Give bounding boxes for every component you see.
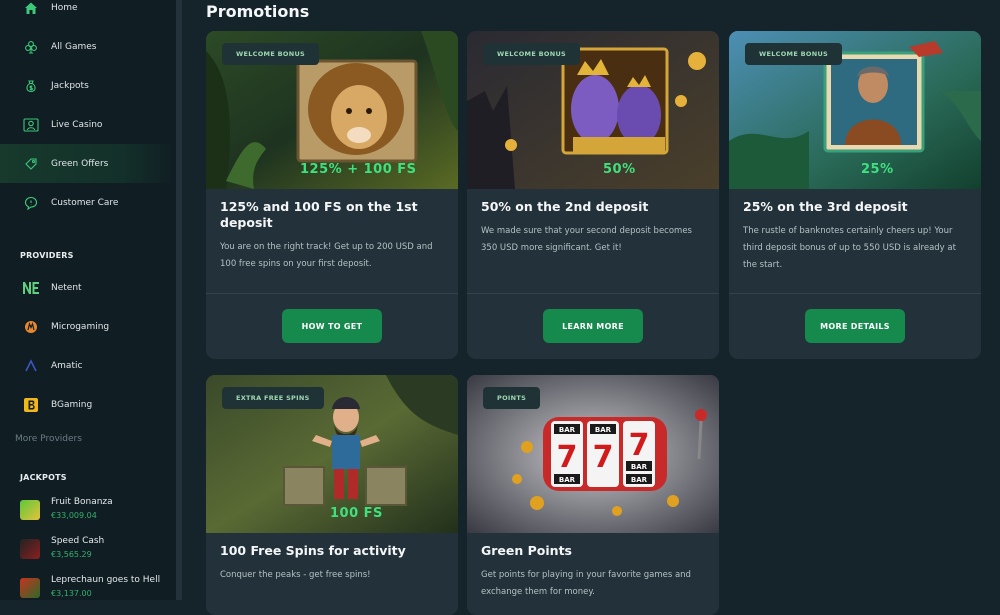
sidebar-item-label: Home <box>51 2 78 13</box>
jackpot-item[interactable]: Speed Cash €3,565.29 <box>20 535 104 561</box>
sidebar-item-label: Customer Care <box>51 197 119 208</box>
jackpot-amount: €3,565.29 <box>51 550 92 559</box>
reel-bar-label: BAR <box>595 426 612 434</box>
promo-image-slot-machine: 7 7 7 BAR BAR BAR BAR BAR POINTS <box>467 375 719 533</box>
jackpot-name: Leprechaun goes to Hell <box>51 575 161 585</box>
providers-heading: PROVIDERS <box>20 251 74 260</box>
reel-bar-label: BAR <box>631 463 648 471</box>
promo-image-lion: WELCOME BONUS 125% + 100 FS <box>206 31 458 189</box>
jackpot-amount: €3,137.00 <box>51 589 92 598</box>
promo-badge: WELCOME BONUS <box>483 43 580 65</box>
provider-microgaming[interactable]: Microgaming <box>0 307 176 346</box>
support-icon <box>22 194 40 212</box>
sidebar-item-all-games[interactable]: All Games <box>0 27 176 66</box>
promo-badge: WELCOME BONUS <box>222 43 319 65</box>
promo-title: 25% on the 3rd deposit <box>743 199 908 214</box>
netent-logo-icon <box>22 279 40 297</box>
card-divider <box>467 293 719 294</box>
jackpot-name: Fruit Bonanza <box>51 497 113 507</box>
reel-bar-label: BAR <box>631 476 648 484</box>
learn-more-button[interactable]: LEARN MORE <box>543 309 643 343</box>
speed-cash-thumbnail <box>20 539 40 559</box>
leprechaun-thumbnail <box>20 578 40 598</box>
promo-card[interactable]: WELCOME BONUS 50% 50% on the 2nd deposit… <box>467 31 719 359</box>
sidebar-item-live-casino[interactable]: Live Casino <box>0 105 176 144</box>
jackpot-name: Speed Cash <box>51 536 105 546</box>
promo-title: 50% on the 2nd deposit <box>481 199 649 214</box>
sidebar-item-label: Jackpots <box>51 80 89 91</box>
promo-image-offer: 25% <box>861 162 894 177</box>
sidebar-item-home[interactable]: Home <box>0 0 176 27</box>
reel-seven: 7 <box>557 440 578 475</box>
amatic-logo-icon <box>22 357 40 375</box>
promo-card[interactable]: WELCOME BONUS 25% 25% on the 3rd deposit… <box>729 31 981 359</box>
jackpot-item[interactable]: Leprechaun goes to Hell €3,137.00 <box>20 574 160 600</box>
reel-bar-label: BAR <box>559 476 576 484</box>
sidebar-item-label: All Games <box>51 41 97 52</box>
sidebar-item-green-offers[interactable]: Green Offers <box>0 144 176 183</box>
promo-image-offer: 125% + 100 FS <box>300 162 417 177</box>
promo-image-explorer: EXTRA FREE SPINS 100 FS <box>206 375 458 533</box>
provider-label: Amatic <box>51 360 83 371</box>
promo-badge: POINTS <box>483 387 541 409</box>
provider-netent[interactable]: Netent <box>0 268 176 307</box>
main-content: Promotions WELCOME BONUS 125% + 100 FS 1… <box>182 0 1000 615</box>
promo-card[interactable]: WELCOME BONUS 125% + 100 FS 125% and 100… <box>206 31 458 359</box>
provider-label: Microgaming <box>51 321 110 332</box>
promo-card[interactable]: 7 7 7 BAR BAR BAR BAR BAR POINTS Green P… <box>467 375 719 615</box>
jackpots-heading: JACKPOTS <box>20 473 67 482</box>
dealer-icon <box>22 116 40 134</box>
promo-title: 125% and 100 FS on the 1st deposit <box>220 199 418 230</box>
jackpot-item[interactable]: Fruit Bonanza €33,009.04 <box>20 496 113 522</box>
promo-image-offer: 50% <box>603 162 636 177</box>
microgaming-logo-icon <box>22 318 40 336</box>
card-divider <box>206 293 458 294</box>
home-icon <box>22 0 40 17</box>
page-title: Promotions <box>206 2 310 21</box>
promo-description: The rustle of banknotes certainly cheers… <box>743 226 956 270</box>
promo-description: You are on the right track! Get up to 20… <box>220 242 433 269</box>
fruit-bonanza-thumbnail <box>20 500 40 520</box>
bgaming-logo-icon <box>22 396 40 414</box>
provider-bgaming[interactable]: BGaming <box>0 385 176 424</box>
money-bag-icon <box>22 77 40 95</box>
promo-badge: WELCOME BONUS <box>745 43 842 65</box>
sidebar-item-jackpots[interactable]: Jackpots <box>0 66 176 105</box>
promo-image-aviator: WELCOME BONUS 25% <box>729 31 981 189</box>
jackpot-amount: €33,009.04 <box>51 511 97 520</box>
provider-label: Netent <box>51 282 82 293</box>
how-to-get-button[interactable]: HOW TO GET <box>282 309 382 343</box>
provider-label: BGaming <box>51 399 93 410</box>
sidebar-item-label: Green Offers <box>51 158 109 169</box>
clubs-icon <box>22 38 40 56</box>
promo-image-trolls: WELCOME BONUS 50% <box>467 31 719 189</box>
card-divider <box>729 293 981 294</box>
promo-description: Get points for playing in your favorite … <box>481 570 691 597</box>
promo-badge: EXTRA FREE SPINS <box>222 387 324 409</box>
promo-title: Green Points <box>481 543 572 558</box>
more-details-button[interactable]: MORE DETAILS <box>805 309 905 343</box>
sidebar-item-customer-care[interactable]: Customer Care <box>0 183 176 222</box>
promo-title: 100 Free Spins for activity <box>220 543 406 558</box>
sidebar-item-label: Live Casino <box>51 119 103 130</box>
reel-seven: 7 <box>593 440 614 475</box>
promo-description: Conquer the peaks - get free spins! <box>220 570 371 580</box>
promo-card[interactable]: EXTRA FREE SPINS 100 FS 100 Free Spins f… <box>206 375 458 615</box>
reel-seven: 7 <box>629 428 650 463</box>
tag-icon <box>22 155 40 173</box>
promo-description: We made sure that your second deposit be… <box>481 226 692 253</box>
provider-amatic[interactable]: Amatic <box>0 346 176 385</box>
reel-bar-label: BAR <box>559 426 576 434</box>
more-providers-link[interactable]: More Providers <box>15 434 82 444</box>
sidebar: Home All Games Jackpots Live Casino Gree… <box>0 0 176 600</box>
promo-image-offer: 100 FS <box>330 506 383 521</box>
